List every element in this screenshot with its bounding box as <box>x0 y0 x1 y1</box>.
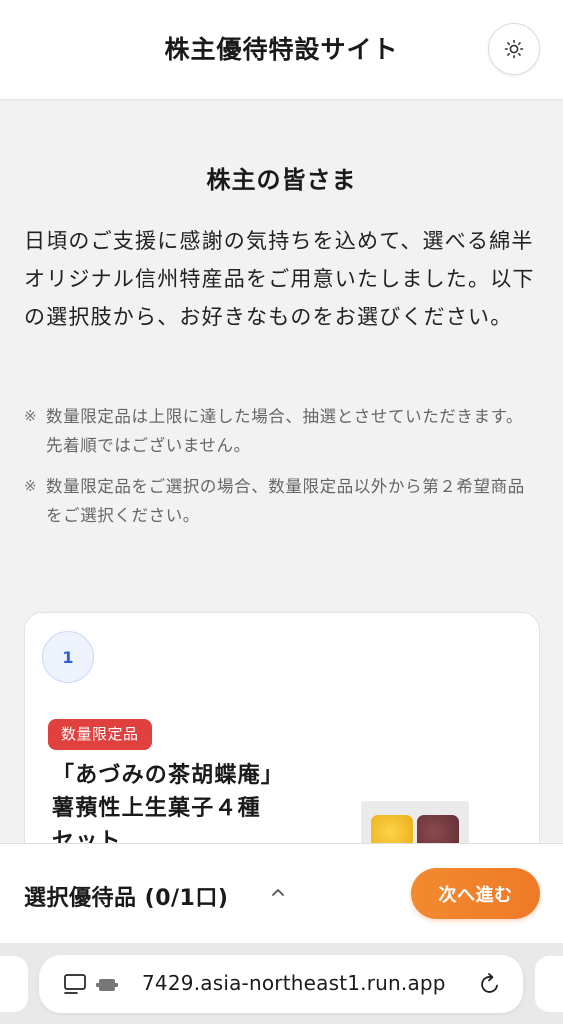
note-text: 数量限定品をご選択の場合、数量限定品以外から第２希望商品をご選択ください。 <box>46 477 525 525</box>
chevron-up-icon <box>272 889 284 896</box>
limited-quantity-badge: 数量限定品 <box>48 719 152 750</box>
next-tab-edge[interactable] <box>535 956 563 1012</box>
address-bar[interactable]: 7429.asia-northeast1.run.app <box>39 955 523 1013</box>
selection-bar: 選択優待品 (0/1口) 次へ進む <box>0 843 563 943</box>
theme-toggle-button[interactable] <box>488 23 540 75</box>
product-number-badge: 1 <box>42 631 94 683</box>
note-item: ※ 数量限定品をご選択の場合、数量限定品以外から第２希望商品をご選択ください。 <box>24 472 540 530</box>
note-mark: ※ <box>24 477 38 495</box>
expand-selection-button[interactable] <box>268 882 288 902</box>
next-button[interactable]: 次へ進む <box>411 868 540 919</box>
url-text: 7429.asia-northeast1.run.app <box>142 971 446 995</box>
intro-heading: 株主の皆さま <box>206 166 357 194</box>
page-menu-icon[interactable] <box>63 973 87 997</box>
previous-tab-edge[interactable] <box>0 956 28 1012</box>
note-item: ※ 数量限定品は上限に達した場合、抽選とさせていただきます。先着順ではございませ… <box>24 402 540 460</box>
extension-icon[interactable] <box>95 975 119 995</box>
reload-icon[interactable] <box>479 972 501 996</box>
selected-count-label: 選択優待品 (0/1口) <box>24 886 229 911</box>
browser-toolbar: 7429.asia-northeast1.run.app <box>0 943 563 1024</box>
intro-message: 日頃のご支援に感謝の気持ちを込めて、選べる綿半オリジナル信州特産品をご用意いたし… <box>24 229 535 329</box>
notes-list: ※ 数量限定品は上限に達した場合、抽選とさせていただきます。先着順ではございませ… <box>24 402 540 542</box>
header: 株主優待特設サイト <box>0 0 563 100</box>
sun-icon <box>504 39 524 59</box>
page-title: 株主優待特設サイト <box>164 35 399 64</box>
note-text: 数量限定品は上限に達した場合、抽選とさせていただきます。先着順ではございません。 <box>46 407 524 455</box>
note-mark: ※ <box>24 407 38 425</box>
